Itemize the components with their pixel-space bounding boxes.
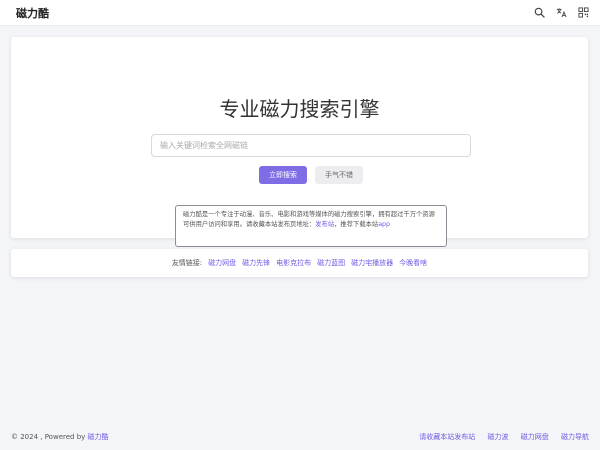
page-title: 专业磁力搜索引擎	[219, 97, 380, 121]
friend-link[interactable]: 磁力蓝图	[317, 258, 345, 268]
powered-by-link[interactable]: 磁力酷	[88, 433, 109, 441]
search-icon[interactable]	[533, 7, 545, 19]
friend-link[interactable]: 磁力网盘	[208, 258, 236, 268]
site-logo[interactable]: 磁力酷	[16, 5, 49, 21]
qr-code-icon[interactable]	[577, 7, 589, 19]
footer-copyright: © 2024 , Powered by 磁力酷	[11, 432, 109, 442]
friend-links-bar: 友情链接: 磁力网盘 磁力先锋 电影克拉布 磁力蓝图 磁力宅播放器 今晚看啥	[11, 249, 588, 277]
search-hero-card: 专业磁力搜索引擎 立即搜索 手气不错 磁力酷是一个专注于动漫、音乐、电影和游戏等…	[11, 37, 588, 247]
intro-text: 磁力酷是一个专注于动漫、音乐、电影和游戏等媒体的磁力搜索引擎，拥有超过千万个资源…	[183, 211, 435, 228]
friend-link[interactable]: 磁力宅播放器	[351, 258, 393, 268]
footer-link-cilibo[interactable]: 磁力波	[488, 433, 509, 441]
translate-icon[interactable]	[555, 7, 567, 19]
footer-links: 请收藏本站发布站 磁力波 磁力网盘 磁力导航	[409, 432, 589, 442]
friend-link[interactable]: 今晚看啥	[399, 258, 427, 268]
publish-site-link[interactable]: 发布站	[315, 221, 334, 228]
header-actions	[533, 7, 589, 19]
search-button[interactable]: 立即搜索	[259, 166, 307, 184]
intro-text-mid: ，推荐下载本站	[334, 220, 379, 228]
friend-links-label: 友情链接:	[171, 259, 203, 267]
copyright-text: © 2024 , Powered by	[11, 433, 88, 441]
friend-link[interactable]: 电影克拉布	[276, 258, 311, 268]
search-input[interactable]	[151, 134, 471, 157]
top-nav-bar: 磁力酷	[0, 0, 600, 26]
footer-link-publish[interactable]: 请收藏本站发布站	[419, 433, 475, 441]
page-footer: © 2024 , Powered by 磁力酷 请收藏本站发布站 磁力波 磁力网…	[11, 432, 589, 442]
footer-link-netdisk[interactable]: 磁力网盘	[521, 433, 549, 441]
lucky-button[interactable]: 手气不错	[315, 166, 363, 184]
site-intro-box: 磁力酷是一个专注于动漫、音乐、电影和游戏等媒体的磁力搜索引擎，拥有超过千万个资源…	[175, 205, 447, 247]
footer-link-nav[interactable]: 磁力导航	[561, 433, 589, 441]
friend-link[interactable]: 磁力先锋	[242, 258, 270, 268]
download-app-link[interactable]: app	[378, 221, 390, 228]
